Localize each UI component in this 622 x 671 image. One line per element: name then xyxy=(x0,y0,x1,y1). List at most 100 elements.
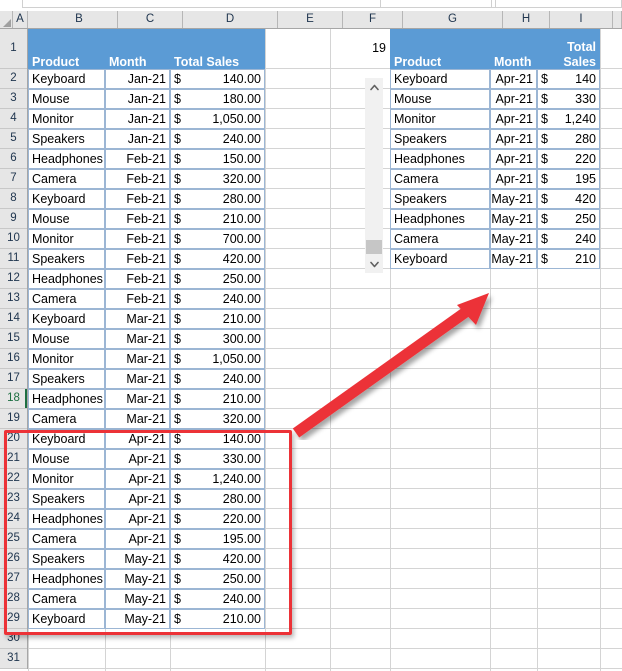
row-header-20[interactable]: 20 xyxy=(0,429,27,449)
row-header-26[interactable]: 26 xyxy=(0,549,27,569)
cell-month[interactable]: Apr-21 xyxy=(105,489,170,509)
cell-amount[interactable]: $240.00 xyxy=(170,129,265,149)
cell-month[interactable]: Feb-21 xyxy=(105,229,170,249)
cell-product[interactable]: Speakers xyxy=(28,249,105,269)
column-header-b[interactable]: B xyxy=(41,11,118,28)
scrollbar-thumb[interactable] xyxy=(366,240,382,254)
cell-amount[interactable]: $280 xyxy=(537,129,600,149)
cell-amount[interactable]: $240.00 xyxy=(170,289,265,309)
row-header-19[interactable]: 19 xyxy=(0,409,27,429)
cell-amount[interactable]: $420 xyxy=(537,189,600,209)
cell-product[interactable]: Monitor xyxy=(28,349,105,369)
cell-product[interactable]: Keyboard xyxy=(28,189,105,209)
scroll-up-arrow-icon[interactable] xyxy=(365,78,383,96)
row-header-11[interactable]: 11 xyxy=(0,249,27,269)
column-header-h[interactable]: H xyxy=(503,11,550,28)
cell-amount[interactable]: $140.00 xyxy=(170,429,265,449)
cell-amount[interactable]: $240 xyxy=(537,229,600,249)
row-header-12[interactable]: 12 xyxy=(0,269,27,289)
cell-product[interactable]: Camera xyxy=(390,169,490,189)
column-header-e[interactable]: E xyxy=(278,11,343,28)
cell-product[interactable]: Headphones xyxy=(28,569,105,589)
cell-product[interactable]: Camera xyxy=(28,529,105,549)
cell-month[interactable]: May-21 xyxy=(105,589,170,609)
cell-amount[interactable]: $280.00 xyxy=(170,489,265,509)
cell-month[interactable]: Apr-21 xyxy=(105,429,170,449)
cell-product[interactable]: Keyboard xyxy=(28,69,105,89)
column-header-d[interactable]: D xyxy=(183,11,278,28)
row-header-27[interactable]: 27 xyxy=(0,569,27,589)
row-header-18[interactable]: 18 xyxy=(0,389,27,409)
cell-product[interactable]: Mouse xyxy=(28,449,105,469)
cell-product[interactable]: Keyboard xyxy=(390,249,490,269)
cell-product[interactable]: Keyboard xyxy=(28,429,105,449)
cell-product[interactable]: Mouse xyxy=(28,329,105,349)
column-header-j-partial[interactable] xyxy=(613,11,622,28)
cell-amount[interactable]: $1,240.00 xyxy=(170,469,265,489)
row-header-15[interactable]: 15 xyxy=(0,329,27,349)
cell-amount[interactable]: $140 xyxy=(537,69,600,89)
cell-amount[interactable]: $220.00 xyxy=(170,509,265,529)
row-header-24[interactable]: 24 xyxy=(0,509,27,529)
cell-month[interactable]: Feb-21 xyxy=(105,289,170,309)
cell-product[interactable]: Monitor xyxy=(28,469,105,489)
cell-amount[interactable]: $195 xyxy=(537,169,600,189)
cell-product[interactable]: Speakers xyxy=(28,369,105,389)
cell-month[interactable]: Mar-21 xyxy=(105,309,170,329)
cell-amount[interactable]: $210.00 xyxy=(170,309,265,329)
column-header-f[interactable]: F xyxy=(343,11,403,28)
cell-month[interactable]: Apr-21 xyxy=(105,469,170,489)
cell-month[interactable]: Feb-21 xyxy=(105,269,170,289)
row-header-25[interactable]: 25 xyxy=(0,529,27,549)
cell-amount[interactable]: $250 xyxy=(537,209,600,229)
cell-month[interactable]: Mar-21 xyxy=(105,349,170,369)
cell-amount[interactable]: $210.00 xyxy=(170,609,265,629)
cell-product[interactable]: Mouse xyxy=(28,209,105,229)
cell-month[interactable]: Apr-21 xyxy=(490,89,537,109)
cell-amount[interactable]: $210.00 xyxy=(170,209,265,229)
cell-amount[interactable]: $320.00 xyxy=(170,409,265,429)
cell-month[interactable]: May-21 xyxy=(490,189,537,209)
cell-product[interactable]: Mouse xyxy=(390,89,490,109)
row-header-8[interactable]: 8 xyxy=(0,189,27,209)
cell-amount[interactable]: $420.00 xyxy=(170,249,265,269)
cell-month[interactable]: Feb-21 xyxy=(105,189,170,209)
row-header-13[interactable]: 13 xyxy=(0,289,27,309)
cell-product[interactable]: Monitor xyxy=(28,109,105,129)
cell-amount[interactable]: $300.00 xyxy=(170,329,265,349)
scroll-down-arrow-icon[interactable] xyxy=(365,255,383,273)
cell-month[interactable]: Mar-21 xyxy=(105,369,170,389)
cell-month[interactable]: May-21 xyxy=(490,209,537,229)
cell-amount[interactable]: $195.00 xyxy=(170,529,265,549)
cell-product[interactable]: Camera xyxy=(28,589,105,609)
cell-product[interactable]: Headphones xyxy=(28,389,105,409)
cell-month[interactable]: Apr-21 xyxy=(105,509,170,529)
cell-amount[interactable]: $320.00 xyxy=(170,169,265,189)
cell-month[interactable]: May-21 xyxy=(490,249,537,269)
cell-month[interactable]: Mar-21 xyxy=(105,409,170,429)
cell-product[interactable]: Headphones xyxy=(28,149,105,169)
cell-amount[interactable]: $180.00 xyxy=(170,89,265,109)
row-header-17[interactable]: 17 xyxy=(0,369,27,389)
row-header-4[interactable]: 4 xyxy=(0,109,27,129)
cell-amount[interactable]: $700.00 xyxy=(170,229,265,249)
row-header-10[interactable]: 10 xyxy=(0,229,27,249)
cell-month[interactable]: Apr-21 xyxy=(490,109,537,129)
cell-product[interactable]: Monitor xyxy=(28,229,105,249)
cell-month[interactable]: Apr-21 xyxy=(105,529,170,549)
cell-product[interactable]: Camera xyxy=(28,169,105,189)
cell-product[interactable]: Speakers xyxy=(28,489,105,509)
cell-month[interactable]: Jan-21 xyxy=(105,69,170,89)
row-header-5[interactable]: 5 xyxy=(0,129,27,149)
cell-product[interactable]: Speakers xyxy=(390,129,490,149)
cell-amount[interactable]: $250.00 xyxy=(170,269,265,289)
cell-month[interactable]: Feb-21 xyxy=(105,209,170,229)
row-header-23[interactable]: 23 xyxy=(0,489,27,509)
cell-month[interactable]: Feb-21 xyxy=(105,149,170,169)
worksheet-grid[interactable]: ProductMonthTotal SalesKeyboardJan-21$14… xyxy=(28,29,622,671)
cell-amount[interactable]: $210 xyxy=(537,249,600,269)
cell-product[interactable]: Headphones xyxy=(28,269,105,289)
cell-amount[interactable]: $140.00 xyxy=(170,69,265,89)
cell-amount[interactable]: $240.00 xyxy=(170,589,265,609)
cell-month[interactable]: Jan-21 xyxy=(105,109,170,129)
